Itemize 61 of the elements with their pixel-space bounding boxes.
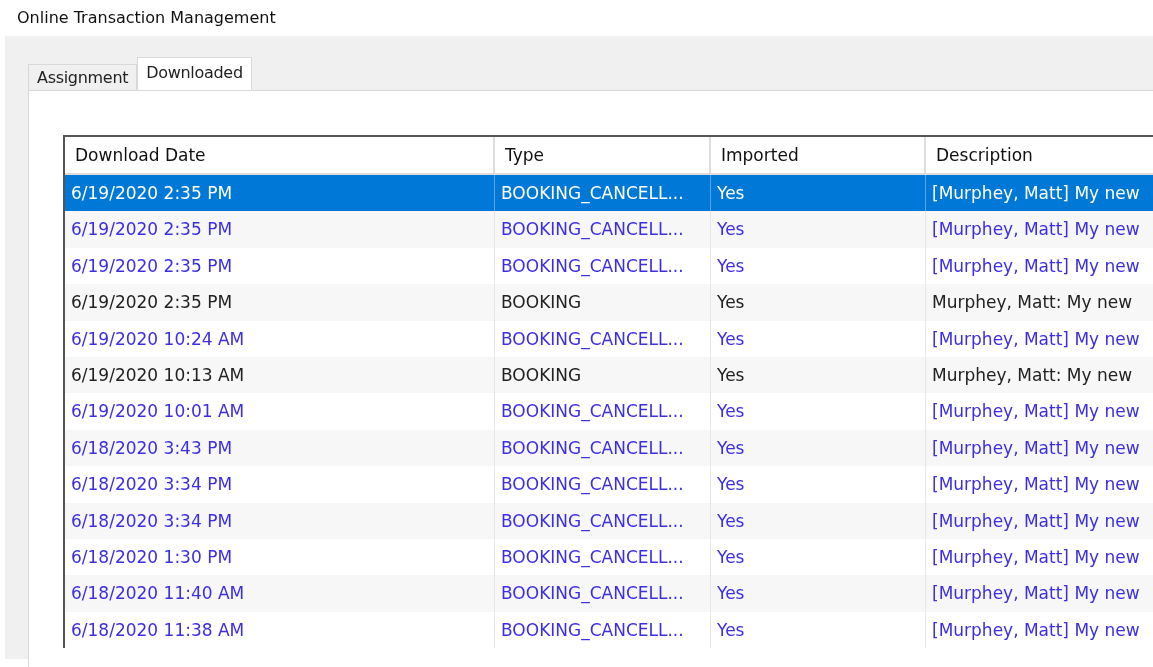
- table-cell: Yes: [711, 502, 926, 539]
- table-cell-text: [Murphey, Matt] My new: [931, 436, 1141, 460]
- table-row[interactable]: 6/18/2020 3:34 PM BOOKING_CANCELL... Yes [Murphey, Matt] My new: [65, 502, 1153, 539]
- tab[interactable]: Assignment: [28, 64, 138, 90]
- table-row[interactable]: 6/18/2020 11:38 AM BOOKING_CANCELL... Yes [Murphey, Matt] My new: [65, 611, 1153, 649]
- table-cell: BOOKING_CANCELL...: [495, 393, 711, 430]
- table-row[interactable]: 6/19/2020 2:35 PM BOOKING Yes Murphey, Matt: My new: [65, 284, 1153, 321]
- column-header[interactable]: Imported: [711, 137, 926, 173]
- table-row[interactable]: 6/18/2020 3:34 PM BOOKING_CANCELL... Yes [Murphey, Matt] My new: [65, 466, 1153, 503]
- table-cell: Yes: [711, 466, 926, 503]
- table-cell: BOOKING_CANCELL...: [495, 429, 711, 467]
- table-cell: BOOKING_CANCELL...: [495, 611, 711, 649]
- table-cell: 6/18/2020 3:34 PM: [65, 466, 495, 503]
- table-cell-text: [Murphey, Matt] My new: [931, 473, 1141, 497]
- table-cell-text: [Murphey, Matt] My new: [931, 254, 1141, 278]
- table-cell: BOOKING: [495, 356, 711, 394]
- table-cell: Yes: [711, 393, 926, 430]
- table-cell: Yes: [711, 284, 926, 321]
- table-cell-text: Murphey, Matt: My new: [931, 363, 1134, 387]
- window-title: Online Transaction Management: [16, 7, 277, 29]
- table-cell: BOOKING_CANCELL...: [495, 466, 711, 503]
- column-header[interactable]: Description: [926, 137, 1153, 173]
- table-cell: Yes: [711, 575, 926, 612]
- table-cell: BOOKING_CANCELL...: [495, 575, 711, 612]
- table-cell-text: [Murphey, Matt] My new: [931, 545, 1141, 569]
- table-cell: 6/19/2020 10:24 AM: [65, 320, 495, 357]
- table-cell-text: [Murphey, Matt] My new: [931, 582, 1141, 606]
- table-cell: 6/19/2020 2:35 PM: [65, 211, 495, 248]
- table-cell-text: [Murphey, Matt] My new: [931, 400, 1141, 424]
- table-cell-text: Murphey, Matt: My new: [931, 291, 1134, 315]
- table-cell: Yes: [711, 356, 926, 394]
- table-cell: 6/18/2020 11:40 AM: [65, 575, 495, 612]
- table-cell-text: [Murphey, Matt] My new: [931, 182, 1141, 205]
- table-cell: BOOKING: [495, 284, 711, 321]
- table-cell: 6/19/2020 10:13 AM: [65, 356, 495, 394]
- table-cell: BOOKING_CANCELL...: [495, 320, 711, 357]
- tab[interactable]: Downloaded: [137, 57, 252, 90]
- table-row[interactable]: 6/19/2020 10:24 AM BOOKING_CANCELL... Yes [Murphey, Matt] My new: [65, 320, 1153, 357]
- table-cell: BOOKING_CANCELL...: [495, 502, 711, 539]
- table-cell: 6/18/2020 3:43 PM: [65, 429, 495, 467]
- table-cell: Yes: [711, 320, 926, 357]
- table-cell-text: [Murphey, Matt] My new: [931, 327, 1141, 351]
- table-row[interactable]: 6/19/2020 10:01 AM BOOKING_CANCELL... Yes [Murphey, Matt] My new: [65, 393, 1153, 430]
- table-row[interactable]: 6/19/2020 2:35 PM BOOKING_CANCELL... Yes [Murphey, Matt] My new: [65, 175, 1153, 212]
- table-cell: BOOKING_CANCELL...: [495, 211, 711, 248]
- table-cell: 6/18/2020 11:38 AM: [65, 611, 495, 649]
- table-cell: Yes: [711, 611, 926, 649]
- column-header[interactable]: Type: [495, 137, 711, 173]
- table-cell-text: [Murphey, Matt] My new: [931, 509, 1141, 533]
- table-cell: 6/19/2020 2:35 PM: [65, 284, 495, 321]
- table-row[interactable]: 6/18/2020 3:43 PM BOOKING_CANCELL... Yes [Murphey, Matt] My new: [65, 429, 1153, 467]
- table-cell: Yes: [711, 211, 926, 248]
- table-row[interactable]: 6/19/2020 2:35 PM BOOKING_CANCELL... Yes [Murphey, Matt] My new: [65, 211, 1153, 248]
- table-row[interactable]: 6/19/2020 10:13 AM BOOKING Yes Murphey, Matt: My new: [65, 356, 1153, 394]
- table-cell: 6/19/2020 10:01 AM: [65, 393, 495, 430]
- column-header[interactable]: Download Date: [65, 137, 495, 173]
- table-cell-text: [Murphey, Matt] My new: [931, 618, 1141, 642]
- table-cell-text: [Murphey, Matt] My new: [931, 218, 1141, 242]
- table-cell: 6/18/2020 3:34 PM: [65, 502, 495, 539]
- table-cell: Yes: [711, 429, 926, 467]
- table-row[interactable]: 6/18/2020 11:40 AM BOOKING_CANCELL... Yes [Murphey, Matt] My new: [65, 575, 1153, 612]
